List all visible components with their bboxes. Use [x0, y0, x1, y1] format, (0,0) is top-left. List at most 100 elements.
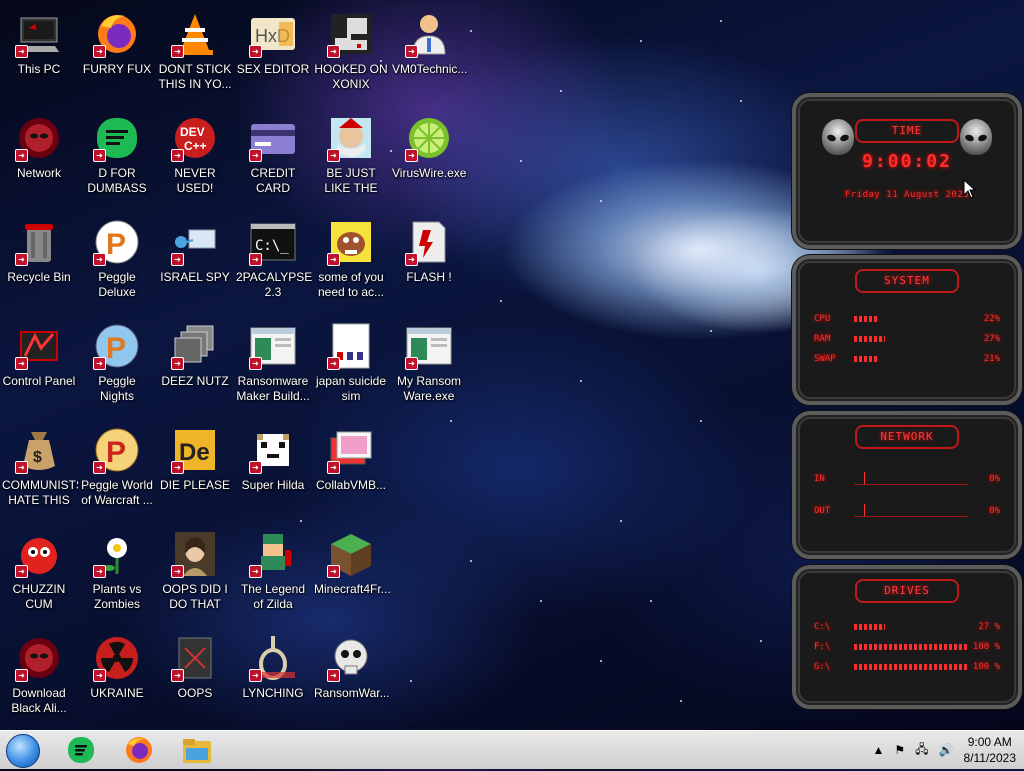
desktop-icon[interactable]: HxD ➜ SEX EDITOR	[234, 4, 312, 104]
desktop-icon[interactable]: ➜ FLASH !	[390, 212, 468, 312]
taskbar-chat-app[interactable]	[64, 734, 98, 766]
svg-text:$: $	[33, 449, 42, 466]
network-icon[interactable]: 🖧	[915, 740, 928, 761]
desktop-icon[interactable]: ➜ Control Panel	[0, 316, 78, 416]
taskbar-clock[interactable]: 9:00 AM 8/11/2023	[964, 734, 1017, 766]
desktop-icon[interactable]: ➜ ISRAEL SPY	[156, 212, 234, 312]
star	[560, 90, 562, 92]
star	[680, 700, 682, 702]
row-label: C:\	[814, 622, 831, 632]
traffic-graph	[854, 503, 968, 517]
shortcut-arrow-icon: ➜	[249, 253, 262, 266]
taskbar-file-explorer[interactable]	[180, 734, 214, 766]
time-readout: 9:00:02	[862, 151, 952, 172]
desktop-icon[interactable]: C:\_ ➜ 2PACALYPSE 2.3	[234, 212, 312, 312]
desktop-icon-label: Ransomware Maker Build...	[236, 374, 310, 403]
desktop-icon[interactable]: $➜COMMUNISTS HATE THIS G...	[0, 420, 78, 520]
desktop-icon[interactable]: ➜ Recycle Bin	[0, 212, 78, 312]
desktop-icon[interactable]: ➜ some of you need to ac...	[312, 212, 390, 312]
desktop-icon[interactable]: ➜ Network	[0, 108, 78, 208]
desktop-icon[interactable]: De ➜ DIE PLEASE	[156, 420, 234, 520]
net-row: IN 0%	[796, 463, 1018, 495]
flag-icon[interactable]: ⚑	[894, 743, 905, 757]
hex-editor-icon: HxD ➜	[249, 10, 297, 58]
desktop-icon[interactable]: ➜ D FOR DUMBASS	[78, 108, 156, 208]
desktop-icon-label: Download Black Ali...	[11, 686, 67, 715]
desktop-icon[interactable]: ➜ RansomWar...	[312, 628, 390, 728]
desktop-icon[interactable]: ➜ Minecraft4Fr...	[312, 524, 390, 624]
desktop-icon[interactable]: ➜ FURRY FUX	[78, 4, 156, 104]
shortcut-arrow-icon: ➜	[93, 149, 106, 162]
svg-text:C:\_: C:\_	[255, 238, 289, 254]
desktop-icon[interactable]: ➜ Plants vs Zombies	[78, 524, 156, 624]
desktop-icon[interactable]: ➜ BE JUST LIKE THE DUDE!	[312, 108, 390, 208]
shortcut-arrow-icon: ➜	[93, 357, 106, 370]
start-button[interactable]	[6, 734, 40, 768]
desktop-icon-label: UKRAINE	[90, 686, 144, 700]
desktop-icon[interactable]: P➜ Peggle Nights Deluxe	[78, 316, 156, 416]
spy-network-icon: ➜	[171, 218, 219, 266]
flash-icon: ➜	[405, 218, 453, 266]
desktop-icon-label: Control Panel	[2, 374, 76, 388]
desktop-icon[interactable]: ➜ UKRAINE	[78, 628, 156, 728]
shortcut-arrow-icon: ➜	[171, 357, 184, 370]
row-value: 27%	[983, 334, 1000, 344]
stacked-windows-icon: ➜	[171, 322, 219, 370]
desktop-icon[interactable]: ➜ CREDIT CARD CHECKER	[234, 108, 312, 208]
desktop-icon[interactable]: ➜ CHUZZIN CUM	[0, 524, 78, 624]
desktop-icon[interactable]: DEV C++ ➜ NEVER USED!	[156, 108, 234, 208]
show-hidden-icons-icon[interactable]: ▲	[873, 743, 885, 757]
desktop-icon[interactable]: ➜ This PC	[0, 4, 78, 104]
taskbar-firefox[interactable]	[122, 734, 156, 766]
desktop-icon[interactable]: ➜ DONT STICK THIS IN YO...	[156, 4, 234, 104]
desktop-icon[interactable]: ➜ My Ransom Ware.exe	[390, 316, 468, 416]
desktop-icon[interactable]: P ➜ Peggle Deluxe	[78, 212, 156, 312]
radiation-icon: ➜	[93, 634, 141, 682]
star	[600, 660, 602, 662]
traffic-graph	[854, 471, 968, 485]
desktop-icon[interactable]: ➜ Ransomware Maker Build...	[234, 316, 312, 416]
desktop-icon[interactable]: ➜ Super Hilda	[234, 420, 312, 520]
desktop-icon[interactable]: P ➜ Peggle World of Warcraft ...	[78, 420, 156, 520]
desktop-icon-label: 2PACALYPSE 2.3	[236, 270, 312, 299]
shortcut-arrow-icon: ➜	[15, 357, 28, 370]
star	[500, 300, 502, 302]
desktop-icon[interactable]: ➜ CollabVMB...	[312, 420, 390, 520]
date-readout: Friday 11 August 2023	[844, 190, 970, 200]
desktop-icon[interactable]: ➜ LYNCHING	[234, 628, 312, 728]
credit-card-icon: ➜	[249, 114, 297, 162]
shortcut-arrow-icon: ➜	[405, 149, 418, 162]
shortcut-arrow-icon: ➜	[249, 461, 262, 474]
network-panel-title: NETWORK	[855, 425, 959, 449]
desktop-icon[interactable]: ➜ japan suicide sim	[312, 316, 390, 416]
desktop-icon-label: DIE PLEASE	[159, 478, 231, 492]
star	[600, 200, 602, 202]
star	[300, 520, 302, 522]
desktop-icon[interactable]: ➜ VM0Technic...	[390, 4, 468, 104]
star	[470, 560, 472, 562]
desktop-icon[interactable]: ➜ HOOKED ON XONIX	[312, 4, 390, 104]
shortcut-arrow-icon: ➜	[15, 669, 28, 682]
shortcut-arrow-icon: ➜	[93, 461, 106, 474]
drives-panel: DRIVES C:\ 27 % F:\ 100 % G:\ 100 %	[792, 565, 1022, 709]
desktop-icon[interactable]: ➜ DEEZ NUTZ	[156, 316, 234, 416]
row-value: 0%	[989, 506, 1000, 516]
desktop-icon-label: Plants vs Zombies	[92, 582, 142, 611]
svg-text:C++: C++	[184, 139, 207, 153]
window-app-icon: ➜	[249, 322, 297, 370]
shortcut-arrow-icon: ➜	[327, 461, 340, 474]
computer-icon: ➜	[15, 10, 63, 58]
desktop-icon[interactable]: ➜ OOPS	[156, 628, 234, 728]
firefox-icon: ➜	[93, 10, 141, 58]
volume-icon[interactable]: 🔊	[939, 743, 954, 757]
desktop-icon-label: OOPS	[177, 686, 213, 700]
row-value: 21%	[983, 354, 1000, 364]
desktop-icon[interactable]: ➜ OOPS DID I DO THAT	[156, 524, 234, 624]
alien-globe-icon: ➜	[15, 634, 63, 682]
desktop-icon[interactable]: ➜ The Legend of Zilda	[234, 524, 312, 624]
star	[720, 20, 722, 22]
chuzzle-icon: ➜	[15, 530, 63, 578]
desktop-icon[interactable]: ➜ VirusWire.exe	[390, 108, 468, 208]
desktop-icon[interactable]: ➜ Download Black Ali...	[0, 628, 78, 728]
green-chat-icon: ➜	[93, 114, 141, 162]
